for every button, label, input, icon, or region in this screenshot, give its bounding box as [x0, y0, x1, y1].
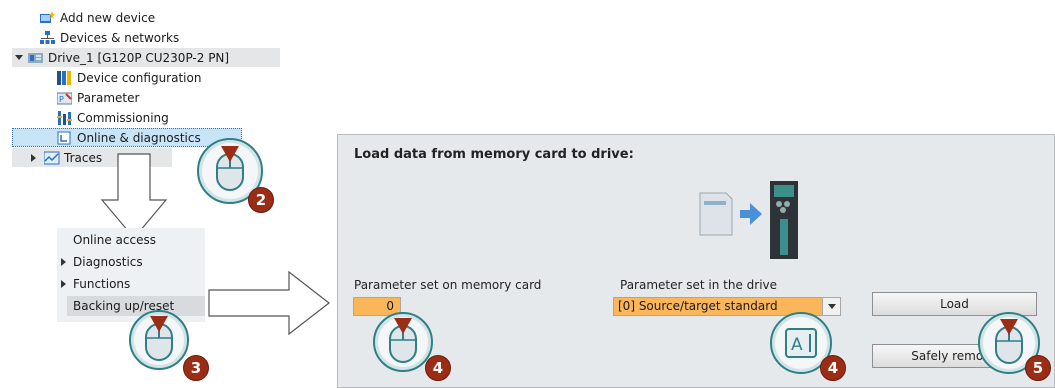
tree-item-label: Parameter — [77, 90, 140, 105]
tree-item-label: Devices & networks — [60, 30, 180, 45]
add-device-icon — [40, 10, 55, 25]
step-number: 4 — [432, 359, 444, 377]
step-number: 3 — [190, 359, 202, 377]
tree-item-label: Add new device — [60, 10, 156, 25]
dropdown-arrow-icon[interactable] — [822, 298, 840, 315]
memory-card-value: 0 — [386, 299, 394, 313]
tree-item-label: Device configuration — [77, 70, 202, 85]
mouse-click-icon — [145, 316, 173, 361]
svg-text:P: P — [59, 95, 64, 104]
tree-item-drive[interactable]: Drive_1 [G120P CU230P-2 PN] — [12, 48, 280, 67]
load-memory-card-dialog: Load data from memory card to drive: Par… — [337, 134, 1055, 388]
online-diagnostics-icon — [57, 131, 72, 145]
commissioning-icon — [57, 110, 72, 125]
step-number: 2 — [255, 191, 267, 209]
device-config-icon — [57, 70, 72, 85]
flow-arrow-right-icon — [208, 270, 330, 336]
load-button-label: Load — [940, 297, 969, 311]
expand-down-icon[interactable] — [12, 55, 26, 60]
submenu-arrow-icon — [61, 280, 66, 288]
menu-item-label: Functions — [73, 277, 131, 291]
tree-item-label: Drive_1 [G120P CU230P-2 PN] — [48, 50, 230, 65]
traces-icon — [43, 151, 60, 165]
drive-parameter-value: [0] Source/target standard — [618, 299, 778, 313]
network-icon — [40, 30, 55, 45]
step-number: 4 — [827, 359, 839, 377]
step-badge-4-card: 4 — [425, 355, 451, 381]
step-badge-5: 5 — [1025, 355, 1051, 381]
drive-parameter-label: Parameter set in the drive — [620, 278, 778, 292]
tree-item-devices-networks[interactable]: Devices & networks — [40, 28, 179, 47]
tree-item-commissioning[interactable]: Commissioning — [57, 108, 169, 127]
context-menu: Online access Diagnostics Functions Back… — [57, 228, 205, 322]
mouse-click-icon — [389, 318, 417, 363]
tree-item-device-configuration[interactable]: Device configuration — [57, 68, 201, 87]
menu-item-online-access[interactable]: Online access — [73, 230, 156, 250]
step-number: 5 — [1032, 359, 1044, 377]
submenu-arrow-icon — [61, 258, 66, 266]
svg-text:A: A — [791, 335, 803, 355]
step-badge-3: 3 — [183, 355, 209, 381]
memory-card-to-drive-icon — [699, 181, 798, 259]
menu-item-label: Online access — [73, 233, 156, 247]
tree-item-parameter[interactable]: P Parameter — [56, 88, 140, 107]
expand-right-icon[interactable] — [26, 153, 40, 162]
menu-item-label: Diagnostics — [73, 255, 143, 269]
dialog-title: Load data from memory card to drive: — [354, 147, 634, 162]
tree-item-label: Online & diagnostics — [77, 130, 201, 145]
tree-item-label: Commissioning — [77, 110, 169, 125]
menu-item-diagnostics[interactable]: Diagnostics — [61, 252, 143, 272]
tree-item-add-new-device[interactable]: Add new device — [40, 8, 155, 27]
mouse-callout-step-4-card — [373, 312, 433, 372]
memory-card-label: Parameter set on memory card — [354, 278, 542, 292]
tree-item-label: Traces — [64, 150, 103, 165]
step-badge-4-drive: 4 — [820, 355, 846, 381]
drive-icon — [28, 51, 43, 65]
mouse-callout-step-3 — [129, 310, 189, 370]
step-badge-2: 2 — [248, 187, 274, 213]
menu-item-functions[interactable]: Functions — [61, 274, 130, 294]
parameter-icon: P — [56, 91, 73, 105]
